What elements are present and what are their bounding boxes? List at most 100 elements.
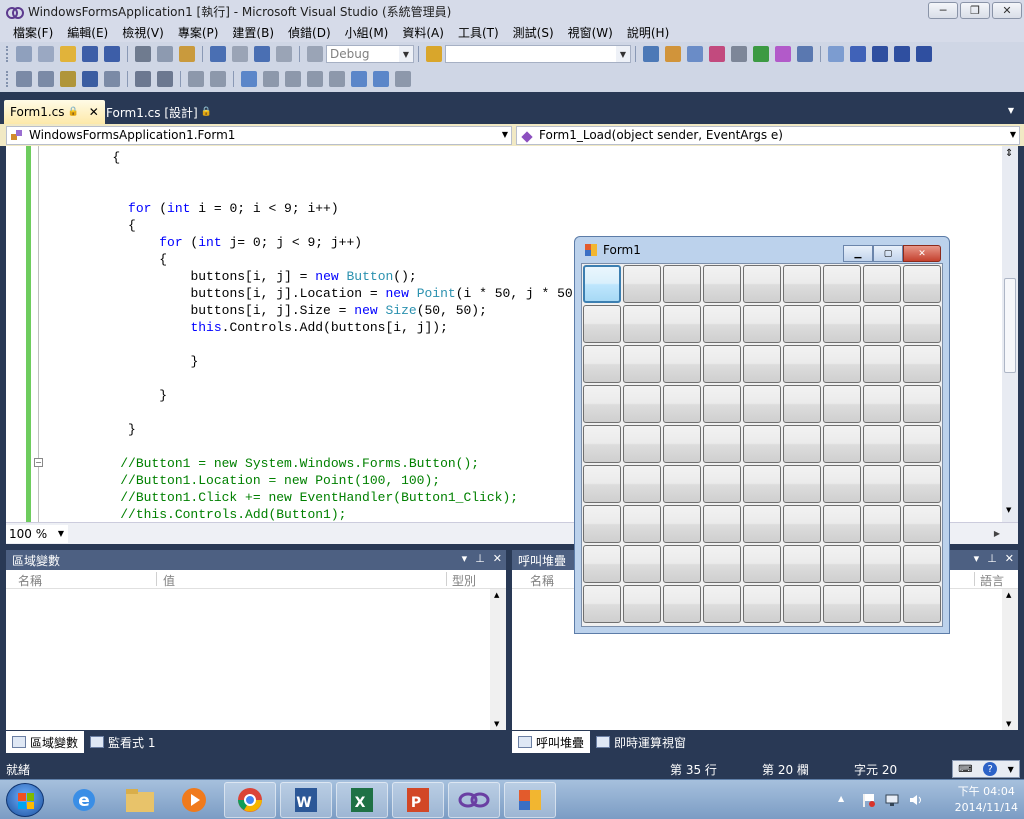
- redo-icon[interactable]: [232, 46, 248, 62]
- code-line[interactable]: {: [50, 251, 167, 268]
- complete-word-icon[interactable]: [82, 71, 98, 87]
- menu-edit[interactable]: 編輯(E): [60, 24, 115, 41]
- code-line[interactable]: buttons[i, j].Size = new Size(50, 50);: [50, 302, 486, 319]
- code-line[interactable]: //Button1.Location = new Point(100, 100)…: [50, 472, 440, 489]
- media-player-icon[interactable]: [168, 782, 220, 818]
- chevron-down-icon[interactable]: ▼: [502, 130, 508, 139]
- grid-button[interactable]: [782, 344, 822, 384]
- grid-button[interactable]: [782, 544, 822, 584]
- display-list-icon[interactable]: [104, 71, 120, 87]
- add-item-icon[interactable]: [38, 46, 54, 62]
- scroll-thumb[interactable]: [1004, 278, 1016, 373]
- grid-button[interactable]: [702, 384, 742, 424]
- grid-button[interactable]: [862, 584, 902, 624]
- grid-button[interactable]: [862, 304, 902, 344]
- grid-button[interactable]: [702, 504, 742, 544]
- language-bar[interactable]: ⌨ ? ▼: [952, 760, 1020, 778]
- grid-button[interactable]: [902, 264, 942, 304]
- scroll-down-icon[interactable]: ▼: [494, 720, 499, 728]
- grid-button[interactable]: [662, 584, 702, 624]
- grid-button[interactable]: [702, 264, 742, 304]
- grid-button[interactable]: [622, 544, 662, 584]
- column-name[interactable]: 名稱: [530, 572, 554, 589]
- pin-icon[interactable]: ⊥: [987, 552, 997, 565]
- collapse-icon[interactable]: −: [34, 458, 43, 467]
- grid-button[interactable]: [622, 424, 662, 464]
- open-file-icon[interactable]: [60, 46, 76, 62]
- form1-maximize-button[interactable]: ▢: [873, 245, 903, 262]
- chevron-down-icon[interactable]: ▼: [399, 46, 413, 62]
- chrome-icon[interactable]: [224, 782, 276, 818]
- minimize-button[interactable]: ─: [928, 2, 958, 19]
- grid-button[interactable]: [822, 344, 862, 384]
- solution-explorer-icon[interactable]: [643, 46, 659, 62]
- grid-button[interactable]: [662, 504, 702, 544]
- next-bookmark-document-icon[interactable]: [373, 71, 389, 87]
- internet-explorer-icon[interactable]: e: [58, 782, 110, 818]
- cut-icon[interactable]: [135, 46, 151, 62]
- comment-out-icon[interactable]: [188, 71, 204, 87]
- menu-help[interactable]: 說明(H): [620, 24, 676, 41]
- navigate-backward-icon[interactable]: [254, 46, 270, 62]
- tab-watch-1[interactable]: 監看式 1: [84, 731, 161, 753]
- menu-view[interactable]: 檢視(V): [115, 24, 171, 41]
- code-line[interactable]: //this.Controls.Add(Button1);: [50, 506, 346, 523]
- grid-button[interactable]: [662, 544, 702, 584]
- grid-button[interactable]: [862, 504, 902, 544]
- grid-button[interactable]: [822, 464, 862, 504]
- grid-button[interactable]: [622, 504, 662, 544]
- column-value[interactable]: 值: [163, 572, 175, 589]
- grid-button[interactable]: [862, 544, 902, 584]
- form1-minimize-button[interactable]: ▁: [843, 245, 873, 262]
- grid-button[interactable]: [662, 424, 702, 464]
- quick-info-icon[interactable]: [60, 71, 76, 87]
- menu-tools[interactable]: 工具(T): [451, 24, 506, 41]
- grid-button[interactable]: [582, 464, 622, 504]
- grid-button[interactable]: [662, 304, 702, 344]
- grid-button[interactable]: [782, 464, 822, 504]
- grid-button[interactable]: [902, 544, 942, 584]
- grid-button[interactable]: [902, 304, 942, 344]
- grid-button[interactable]: [662, 384, 702, 424]
- undo-icon[interactable]: [210, 46, 226, 62]
- class-combo[interactable]: WindowsFormsApplication1.Form1 ▼: [6, 125, 512, 145]
- toolbar-grip[interactable]: [6, 46, 9, 62]
- grid-button[interactable]: [622, 464, 662, 504]
- start-page-icon[interactable]: [753, 46, 769, 62]
- menu-window[interactable]: 視窗(W): [561, 24, 620, 41]
- grid-button[interactable]: [862, 464, 902, 504]
- previous-bookmark-folder-icon[interactable]: [307, 71, 323, 87]
- close-icon[interactable]: ✕: [1005, 552, 1014, 565]
- tab-locals[interactable]: 區域變數: [6, 731, 85, 753]
- locals-scrollbar[interactable]: ▲ ▼: [490, 589, 506, 730]
- chevron-down-icon[interactable]: ▼: [1010, 130, 1016, 139]
- grid-button[interactable]: [622, 264, 662, 304]
- stop-debugging-icon[interactable]: [872, 46, 888, 62]
- grid-button[interactable]: [742, 464, 782, 504]
- window-position-icon[interactable]: ▾: [462, 552, 468, 565]
- column-divider[interactable]: [974, 572, 975, 586]
- column-language[interactable]: 語言: [980, 572, 1004, 589]
- close-button[interactable]: ✕: [992, 2, 1022, 19]
- grid-button[interactable]: [862, 384, 902, 424]
- menu-build[interactable]: 建置(B): [225, 24, 281, 41]
- show-hidden-icons-icon[interactable]: ▲: [838, 794, 844, 803]
- menu-file[interactable]: 檔案(F): [6, 24, 60, 41]
- code-line[interactable]: buttons[i, j] = new Button();: [50, 268, 416, 285]
- command-window-icon[interactable]: [775, 46, 791, 62]
- column-divider[interactable]: [446, 572, 447, 586]
- code-line[interactable]: for (int i = 0; i < 9; i++): [50, 200, 339, 217]
- close-icon[interactable]: ✕: [89, 105, 99, 119]
- previous-bookmark-icon[interactable]: [263, 71, 279, 87]
- grid-button[interactable]: [702, 464, 742, 504]
- form1-close-button[interactable]: ✕: [903, 245, 941, 262]
- visual-studio-icon[interactable]: [448, 782, 500, 818]
- tab-call-stack[interactable]: 呼叫堆疊: [512, 731, 591, 753]
- code-line[interactable]: //Button1 = new System.Windows.Forms.But…: [50, 455, 479, 472]
- code-line[interactable]: {: [50, 149, 120, 166]
- column-type[interactable]: 型別: [452, 572, 476, 589]
- code-line[interactable]: {: [50, 217, 136, 234]
- new-project-icon[interactable]: [16, 46, 32, 62]
- grid-button[interactable]: [622, 384, 662, 424]
- grid-button[interactable]: [582, 544, 622, 584]
